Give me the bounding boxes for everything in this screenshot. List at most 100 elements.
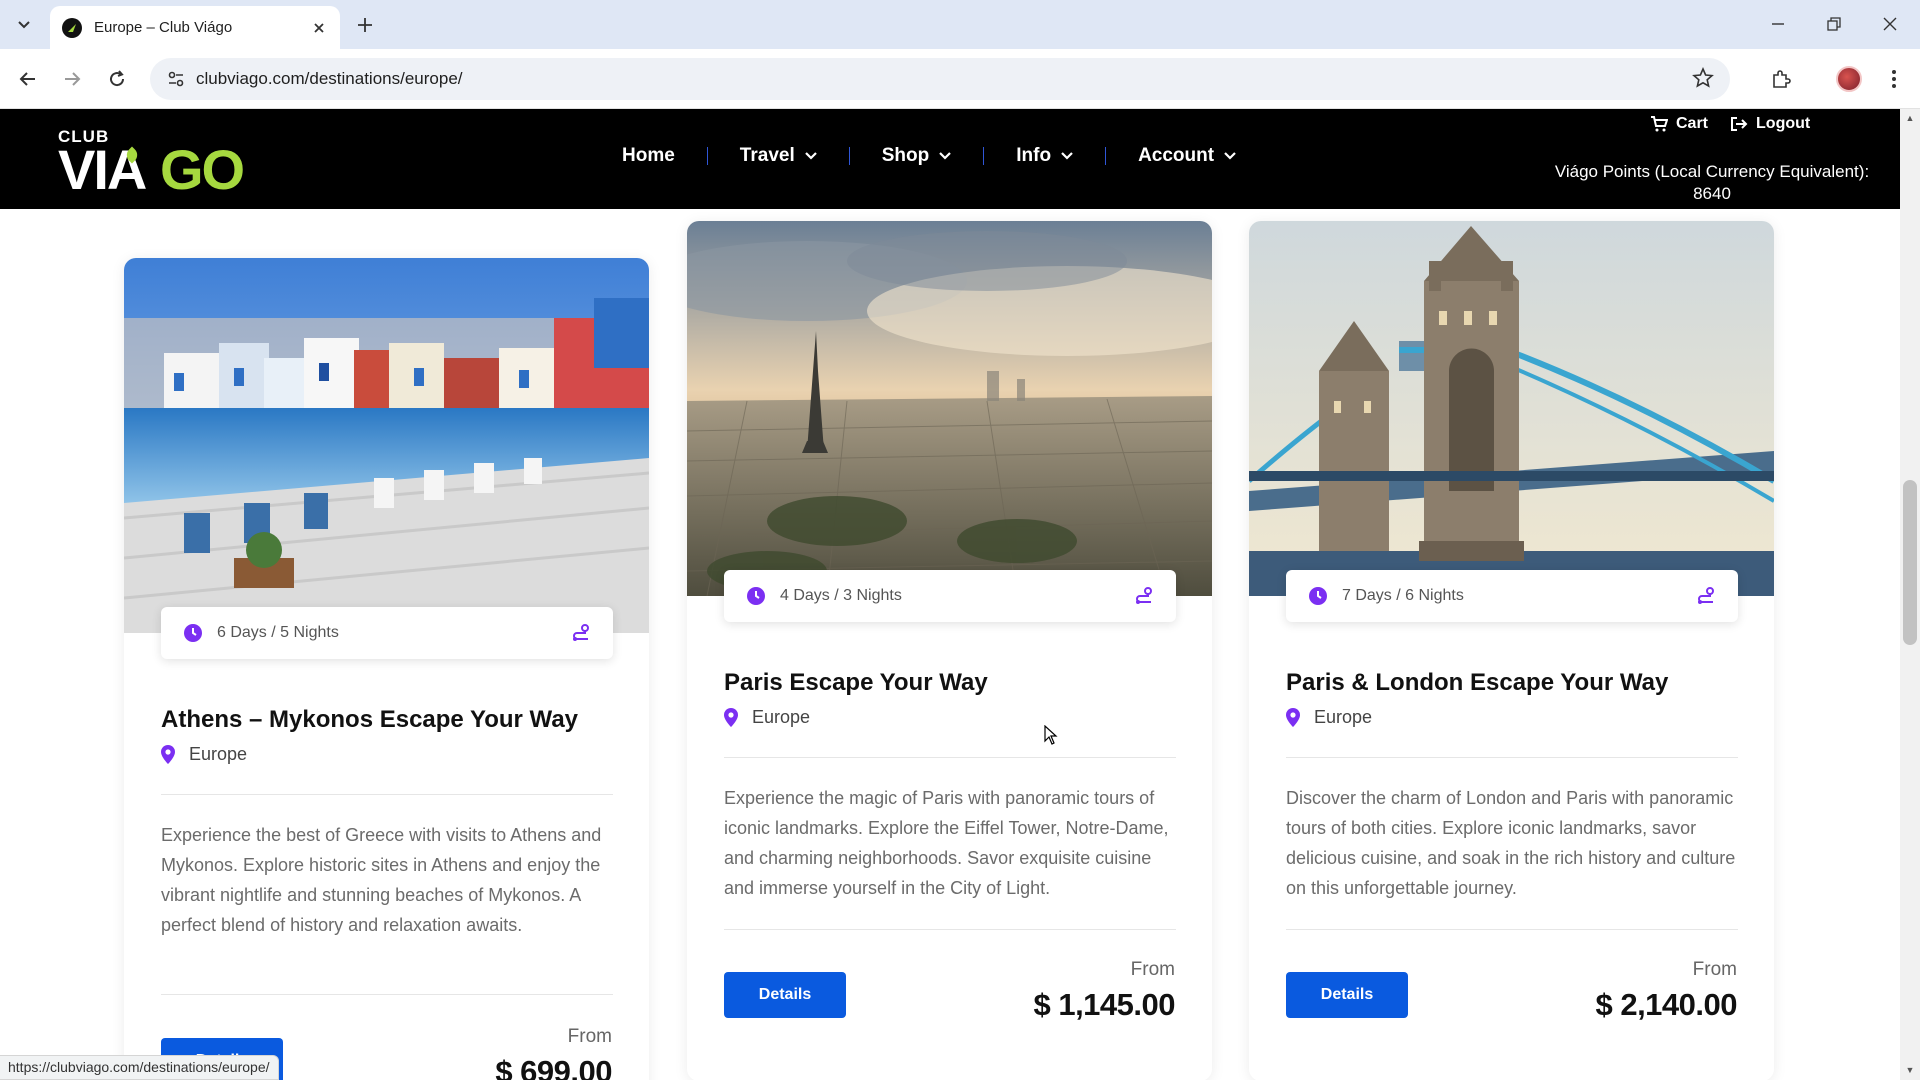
tour-meta-bar: 6 Days / 5 Nights	[161, 607, 613, 659]
reload-icon	[110, 70, 125, 87]
price-from-label: From	[1692, 959, 1737, 980]
tour-location: Europe	[161, 744, 247, 765]
clock-icon	[747, 587, 765, 605]
tour-description: Discover the charm of London and Paris w…	[1286, 788, 1736, 898]
divider	[724, 929, 1176, 930]
scroll-down-arrow-icon[interactable]: ▼	[1903, 1064, 1917, 1076]
nav-shop[interactable]: Shop	[882, 145, 952, 167]
divider	[1286, 929, 1738, 930]
divider	[161, 994, 613, 995]
tour-photo-mykonos[interactable]	[124, 258, 649, 633]
tour-photo-paris[interactable]	[687, 221, 1212, 597]
arrow-right-icon	[65, 72, 81, 86]
nav-account[interactable]: Account	[1138, 145, 1236, 167]
tour-price: $ 1,145.00	[1033, 987, 1175, 1022]
tab-title: Europe – Club Viágo	[94, 19, 233, 36]
tour-duration: 6 Days / 5 Nights	[217, 624, 339, 641]
extensions-button[interactable]	[1765, 63, 1797, 95]
divider	[161, 794, 613, 795]
destination-list: 6 Days / 5 Nights Athens – Mykonos Escap…	[0, 209, 1900, 1080]
nav-travel[interactable]: Travel	[740, 145, 817, 167]
scroll-up-arrow-icon[interactable]: ▲	[1903, 112, 1917, 124]
kebab-menu-icon	[1892, 70, 1896, 88]
points-value: 8640	[1693, 184, 1731, 203]
new-tab-button[interactable]	[352, 13, 378, 37]
route-icon	[573, 624, 589, 641]
status-bar-url: https://clubviago.com/destinations/europ…	[0, 1055, 279, 1080]
tour-title[interactable]: Paris & London Escape Your Way	[1286, 669, 1668, 697]
address-bar[interactable]: clubviago.com/destinations/europe/	[150, 58, 1730, 100]
site-info-icon[interactable]	[156, 58, 196, 100]
tour-card-paris: 4 Days / 3 Nights Paris Escape Your Way …	[687, 221, 1212, 1080]
cart-icon	[1651, 116, 1668, 132]
divider	[724, 757, 1176, 758]
tour-description: Experience the best of Greece with visit…	[161, 825, 602, 935]
clock-icon	[184, 624, 202, 642]
tour-duration: 7 Days / 6 Nights	[1342, 587, 1464, 604]
tour-photo-tower-bridge[interactable]	[1249, 221, 1774, 596]
arrow-left-icon	[19, 72, 35, 86]
tour-title[interactable]: Athens – Mykonos Escape Your Way	[161, 706, 578, 734]
nav-divider	[983, 147, 985, 165]
nav-divider	[848, 147, 850, 165]
map-pin-icon	[724, 708, 738, 727]
club-viago-logo[interactable]: CLUB VIA GO	[58, 127, 245, 201]
close-tab-icon[interactable]	[308, 17, 330, 39]
puzzle-icon	[1773, 70, 1791, 88]
close-window-button[interactable]	[1870, 10, 1910, 38]
tour-meta-bar: 4 Days / 3 Nights	[724, 570, 1176, 622]
tour-card-athens: 6 Days / 5 Nights Athens – Mykonos Escap…	[124, 258, 649, 1080]
browser-tab-active[interactable]: Europe – Club Viágo	[50, 6, 340, 49]
minimize-icon	[1772, 23, 1784, 25]
price-from-label: From	[567, 1026, 612, 1047]
details-button[interactable]: Details	[1286, 972, 1408, 1018]
route-icon	[1698, 587, 1714, 604]
profile-avatar[interactable]	[1836, 66, 1862, 92]
logout-link[interactable]: Logout	[1730, 115, 1810, 133]
minimize-window-button[interactable]	[1758, 10, 1798, 38]
points-label: Viágo Points (Local Currency Equivalent)…	[1554, 162, 1870, 181]
chevron-down-icon	[939, 152, 952, 160]
browser-menu-button[interactable]	[1878, 63, 1910, 95]
mouse-cursor-icon	[1044, 725, 1058, 745]
url-text: clubviago.com/destinations/europe/	[196, 69, 463, 88]
map-pin-icon	[1286, 708, 1300, 727]
browser-tabstrip: Europe – Club Viágo	[0, 0, 1920, 49]
tour-meta-bar: 7 Days / 6 Nights	[1286, 570, 1738, 622]
forward-button[interactable]	[56, 63, 88, 95]
tour-card-paris-london: 7 Days / 6 Nights Paris & London Escape …	[1249, 221, 1774, 1080]
chevron-down-icon	[18, 21, 30, 29]
plus-icon	[358, 18, 372, 32]
close-icon	[1883, 17, 1897, 31]
scrollbar-thumb[interactable]	[1903, 480, 1917, 645]
chevron-down-icon	[1061, 152, 1073, 160]
restore-window-button[interactable]	[1814, 10, 1854, 38]
tour-location: Europe	[1286, 707, 1372, 728]
tour-description: Experience the magic of Paris with panor…	[724, 788, 1169, 898]
logout-icon	[1731, 117, 1748, 131]
cart-link[interactable]: Cart	[1650, 115, 1708, 133]
reload-button[interactable]	[101, 63, 133, 95]
tour-duration: 4 Days / 3 Nights	[780, 587, 902, 604]
restore-icon	[1827, 17, 1841, 31]
route-icon	[1136, 587, 1152, 604]
details-button[interactable]: Details	[724, 972, 846, 1018]
tab-search-button[interactable]	[10, 12, 38, 38]
nav-home[interactable]: Home	[622, 145, 675, 167]
browser-toolbar: clubviago.com/destinations/europe/	[0, 49, 1920, 109]
utility-links: Cart Logout	[1650, 115, 1810, 133]
chevron-down-icon	[804, 152, 817, 160]
nav-divider	[706, 147, 708, 165]
back-button[interactable]	[12, 63, 44, 95]
nav-divider	[1105, 147, 1107, 165]
chevron-down-icon	[1224, 152, 1236, 160]
tour-price: $ 2,140.00	[1595, 987, 1737, 1022]
site-favicon-icon	[62, 17, 82, 38]
nav-info[interactable]: Info	[1016, 145, 1073, 167]
map-pin-icon	[161, 745, 175, 764]
viago-points: Viágo Points (Local Currency Equivalent)…	[1542, 161, 1882, 205]
tour-title[interactable]: Paris Escape Your Way	[724, 669, 988, 697]
divider	[1286, 757, 1738, 758]
price-from-label: From	[1130, 959, 1175, 980]
bookmark-star-icon[interactable]	[1692, 66, 1714, 94]
